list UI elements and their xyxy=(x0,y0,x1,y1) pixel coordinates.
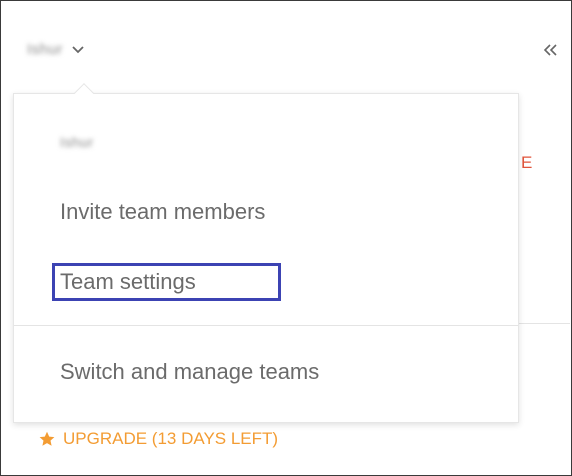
collapse-sidebar-button[interactable] xyxy=(539,39,561,61)
upgrade-link[interactable]: UPGRADE (13 DAYS LEFT) xyxy=(39,429,278,449)
menu-divider xyxy=(14,325,518,326)
team-name: Ishur xyxy=(27,41,63,58)
team-dropdown-menu: Ishur Invite team members Team settings … xyxy=(13,93,519,423)
background-divider xyxy=(519,323,570,324)
menu-item-invite-team-members[interactable]: Invite team members xyxy=(60,199,265,225)
chevron-down-icon xyxy=(72,45,84,53)
window-frame: Ishur E UPGRADE (13 DAYS LEFT) Ishur Inv… xyxy=(0,0,572,476)
upgrade-label: UPGRADE (13 DAYS LEFT) xyxy=(63,429,279,448)
background-partial-text: E xyxy=(521,153,533,172)
menu-item-switch-manage-teams[interactable]: Switch and manage teams xyxy=(60,359,319,385)
double-chevron-left-icon xyxy=(543,44,557,56)
dropdown-team-header: Ishur xyxy=(60,134,94,150)
team-switcher[interactable]: Ishur xyxy=(27,41,85,58)
star-icon xyxy=(39,431,55,446)
menu-item-team-settings[interactable]: Team settings xyxy=(60,269,196,295)
